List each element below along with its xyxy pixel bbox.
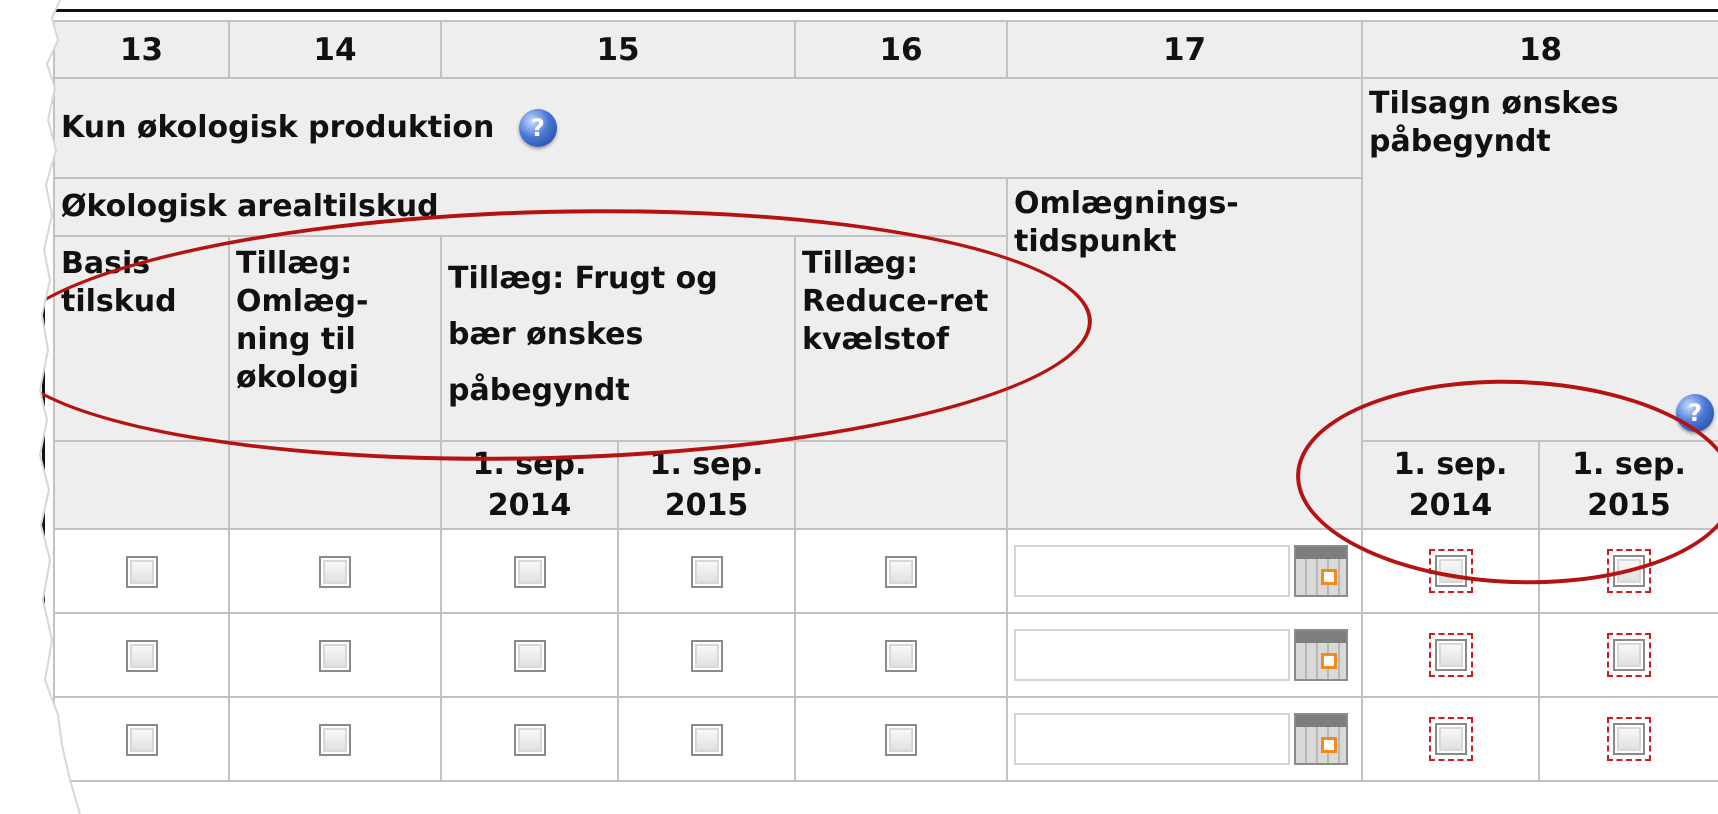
table-row	[53, 612, 1718, 698]
fruit-2014-cell	[440, 528, 619, 614]
commit-2015-cell	[1538, 612, 1718, 698]
commit-2015-checkbox[interactable]	[1613, 639, 1646, 671]
basic-grant-checkbox[interactable]	[125, 555, 158, 588]
nitrogen-checkbox[interactable]	[885, 639, 918, 672]
conversion-date-input[interactable]	[1014, 629, 1291, 681]
basic-grant-cell	[53, 696, 230, 782]
nitrogen-cell	[794, 528, 1009, 614]
basic-grant-checkbox[interactable]	[125, 723, 158, 756]
conversion-date-input[interactable]	[1014, 545, 1291, 597]
conversion-date-cell	[1006, 612, 1364, 698]
supplement-nitrogen-header: Tillæg: Reduce-ret kvælstof	[794, 235, 1009, 442]
commit-2015-cell	[1538, 528, 1718, 614]
date-header-row: 1. sep. 2014 1. sep. 2015 1. sep. 2014 1…	[53, 440, 1718, 530]
organic-only-header: Kun økologisk produktion ?	[52, 77, 1364, 179]
column-number-13: 13	[53, 20, 230, 79]
supplement-conversion-cell	[228, 696, 442, 782]
conversion-date-cell	[1006, 696, 1364, 782]
nitrogen-checkbox[interactable]	[885, 555, 918, 588]
commitment-start-label: Tilsagn ønskes påbegyndt	[1369, 86, 1619, 159]
fruit-2015-cell	[616, 528, 797, 614]
left-border-line	[42, 12, 45, 650]
supplement-fruit-header: Tillæg: Frugt og bær ønskes påbegyndt	[439, 235, 797, 442]
date-picker	[1009, 545, 1360, 597]
commit-2015-checkbox[interactable]	[1613, 723, 1646, 755]
basic-grant-cell	[53, 528, 230, 614]
commitment-start-header: Tilsagn ønskes påbegyndt ?	[1361, 77, 1718, 442]
empty-header-cell	[53, 440, 230, 530]
fruit-2014-checkbox[interactable]	[513, 723, 546, 756]
fruit-2015-checkbox[interactable]	[690, 639, 723, 672]
supplement-conversion-checkbox[interactable]	[319, 639, 351, 672]
commit-date-2014: 1. sep. 2014	[1361, 440, 1541, 530]
commit-2015-cell	[1538, 696, 1718, 782]
commit-2014-cell	[1361, 696, 1541, 782]
column-number-18: 18	[1361, 20, 1718, 79]
fruit-date-2014: 1. sep. 2014	[440, 440, 619, 530]
fruit-2015-checkbox[interactable]	[690, 555, 723, 588]
supplement-conversion-checkbox[interactable]	[319, 555, 351, 588]
empty-header-cell	[228, 440, 442, 530]
calendar-icon[interactable]	[1294, 713, 1349, 765]
column-number-17: 17	[1006, 20, 1364, 79]
basic-grant-cell	[53, 612, 230, 698]
table-row	[53, 528, 1718, 614]
fruit-2014-cell	[440, 696, 619, 782]
help-icon[interactable]: ?	[518, 109, 557, 148]
conversion-date-cell	[1006, 528, 1364, 614]
fruit-date-2015: 1. sep. 2015	[616, 440, 797, 530]
table-row	[53, 696, 1718, 782]
required-marker	[1428, 717, 1473, 761]
empty-header-cell	[794, 440, 1009, 530]
screenshot-stage: 13 14 15 16 17 18 Kun økologisk produkti…	[0, 0, 1718, 814]
fruit-2014-checkbox[interactable]	[513, 639, 546, 672]
commit-2014-cell	[1361, 612, 1541, 698]
help-icon[interactable]: ?	[1676, 394, 1715, 432]
conversion-date-input[interactable]	[1014, 713, 1291, 765]
column-number-15: 15	[439, 20, 797, 79]
commit-date-2015: 1. sep. 2015	[1538, 440, 1718, 530]
nitrogen-checkbox[interactable]	[885, 723, 918, 756]
basic-grant-header: Basis tilskud	[53, 235, 230, 442]
commit-2014-cell	[1361, 528, 1541, 614]
calendar-icon[interactable]	[1294, 545, 1349, 597]
commit-2014-checkbox[interactable]	[1434, 555, 1467, 587]
supplement-conversion-checkbox[interactable]	[319, 723, 351, 756]
column-number-row: 13 14 15 16 17 18	[53, 20, 1718, 79]
organic-header-row: Kun økologisk produktion ? Tilsagn ønske…	[52, 77, 1718, 442]
application-table: 13 14 15 16 17 18 Kun økologisk produkti…	[52, 20, 1718, 782]
commit-2015-checkbox[interactable]	[1613, 555, 1646, 587]
required-marker	[1428, 549, 1473, 593]
nitrogen-cell	[794, 612, 1009, 698]
top-border-line	[44, 9, 1718, 12]
date-picker	[1009, 713, 1360, 765]
fruit-2015-cell	[616, 696, 797, 782]
required-marker	[1428, 633, 1473, 677]
organic-only-label: Kun økologisk produktion	[61, 109, 495, 145]
supplement-conversion-cell	[228, 528, 442, 614]
conversion-time-header: Omlægnings-tidspunkt	[1006, 177, 1364, 530]
commit-2014-checkbox[interactable]	[1434, 723, 1467, 755]
nitrogen-cell	[794, 696, 1009, 782]
fruit-2015-checkbox[interactable]	[690, 723, 723, 756]
calendar-icon[interactable]	[1294, 629, 1349, 681]
date-picker	[1009, 629, 1360, 681]
required-marker	[1607, 549, 1652, 593]
column-number-14: 14	[228, 20, 442, 79]
required-marker	[1607, 633, 1652, 677]
fruit-2014-cell	[440, 612, 619, 698]
fruit-2014-checkbox[interactable]	[513, 555, 546, 588]
supplement-conversion-header: Tillæg: Omlæg-ning til økologi	[228, 235, 442, 442]
organic-area-grant-header: Økologisk arealtilskud	[52, 177, 1009, 237]
basic-grant-checkbox[interactable]	[125, 639, 158, 672]
supplement-conversion-cell	[228, 612, 442, 698]
commit-2014-checkbox[interactable]	[1434, 639, 1467, 671]
column-number-16: 16	[794, 20, 1009, 79]
fruit-2015-cell	[616, 612, 797, 698]
required-marker	[1607, 717, 1652, 761]
